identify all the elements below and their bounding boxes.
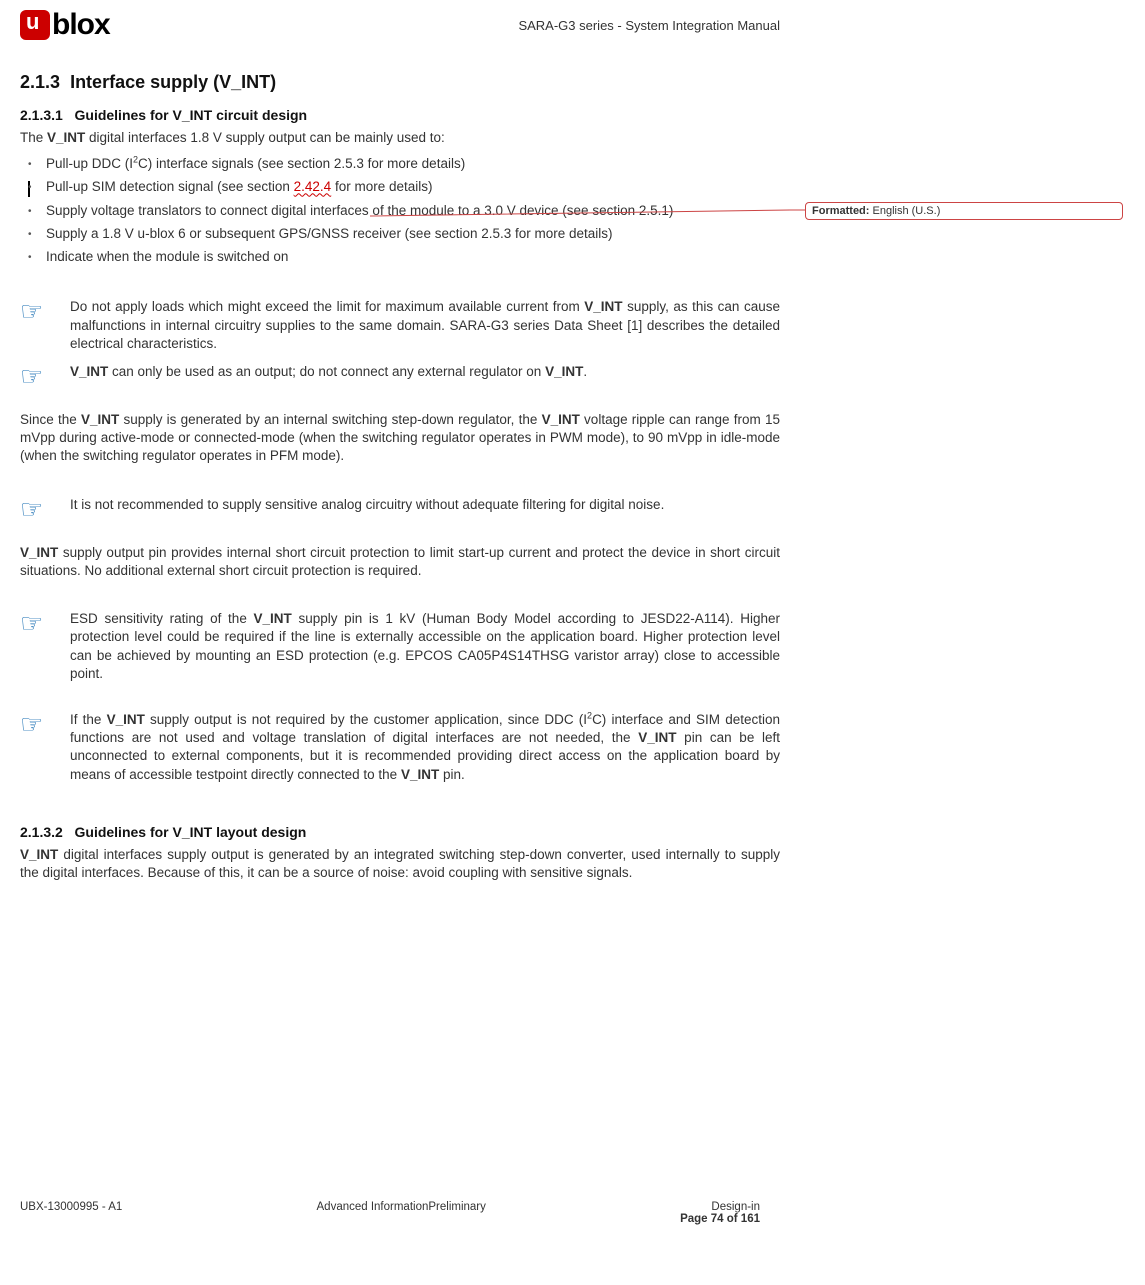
format-comment-bubble: Formatted: English (U.S.) bbox=[805, 202, 1123, 220]
comment-label: Formatted: bbox=[812, 205, 869, 217]
comment-value: English (U.S.) bbox=[869, 205, 940, 217]
comment-connector-line bbox=[0, 0, 1145, 1285]
